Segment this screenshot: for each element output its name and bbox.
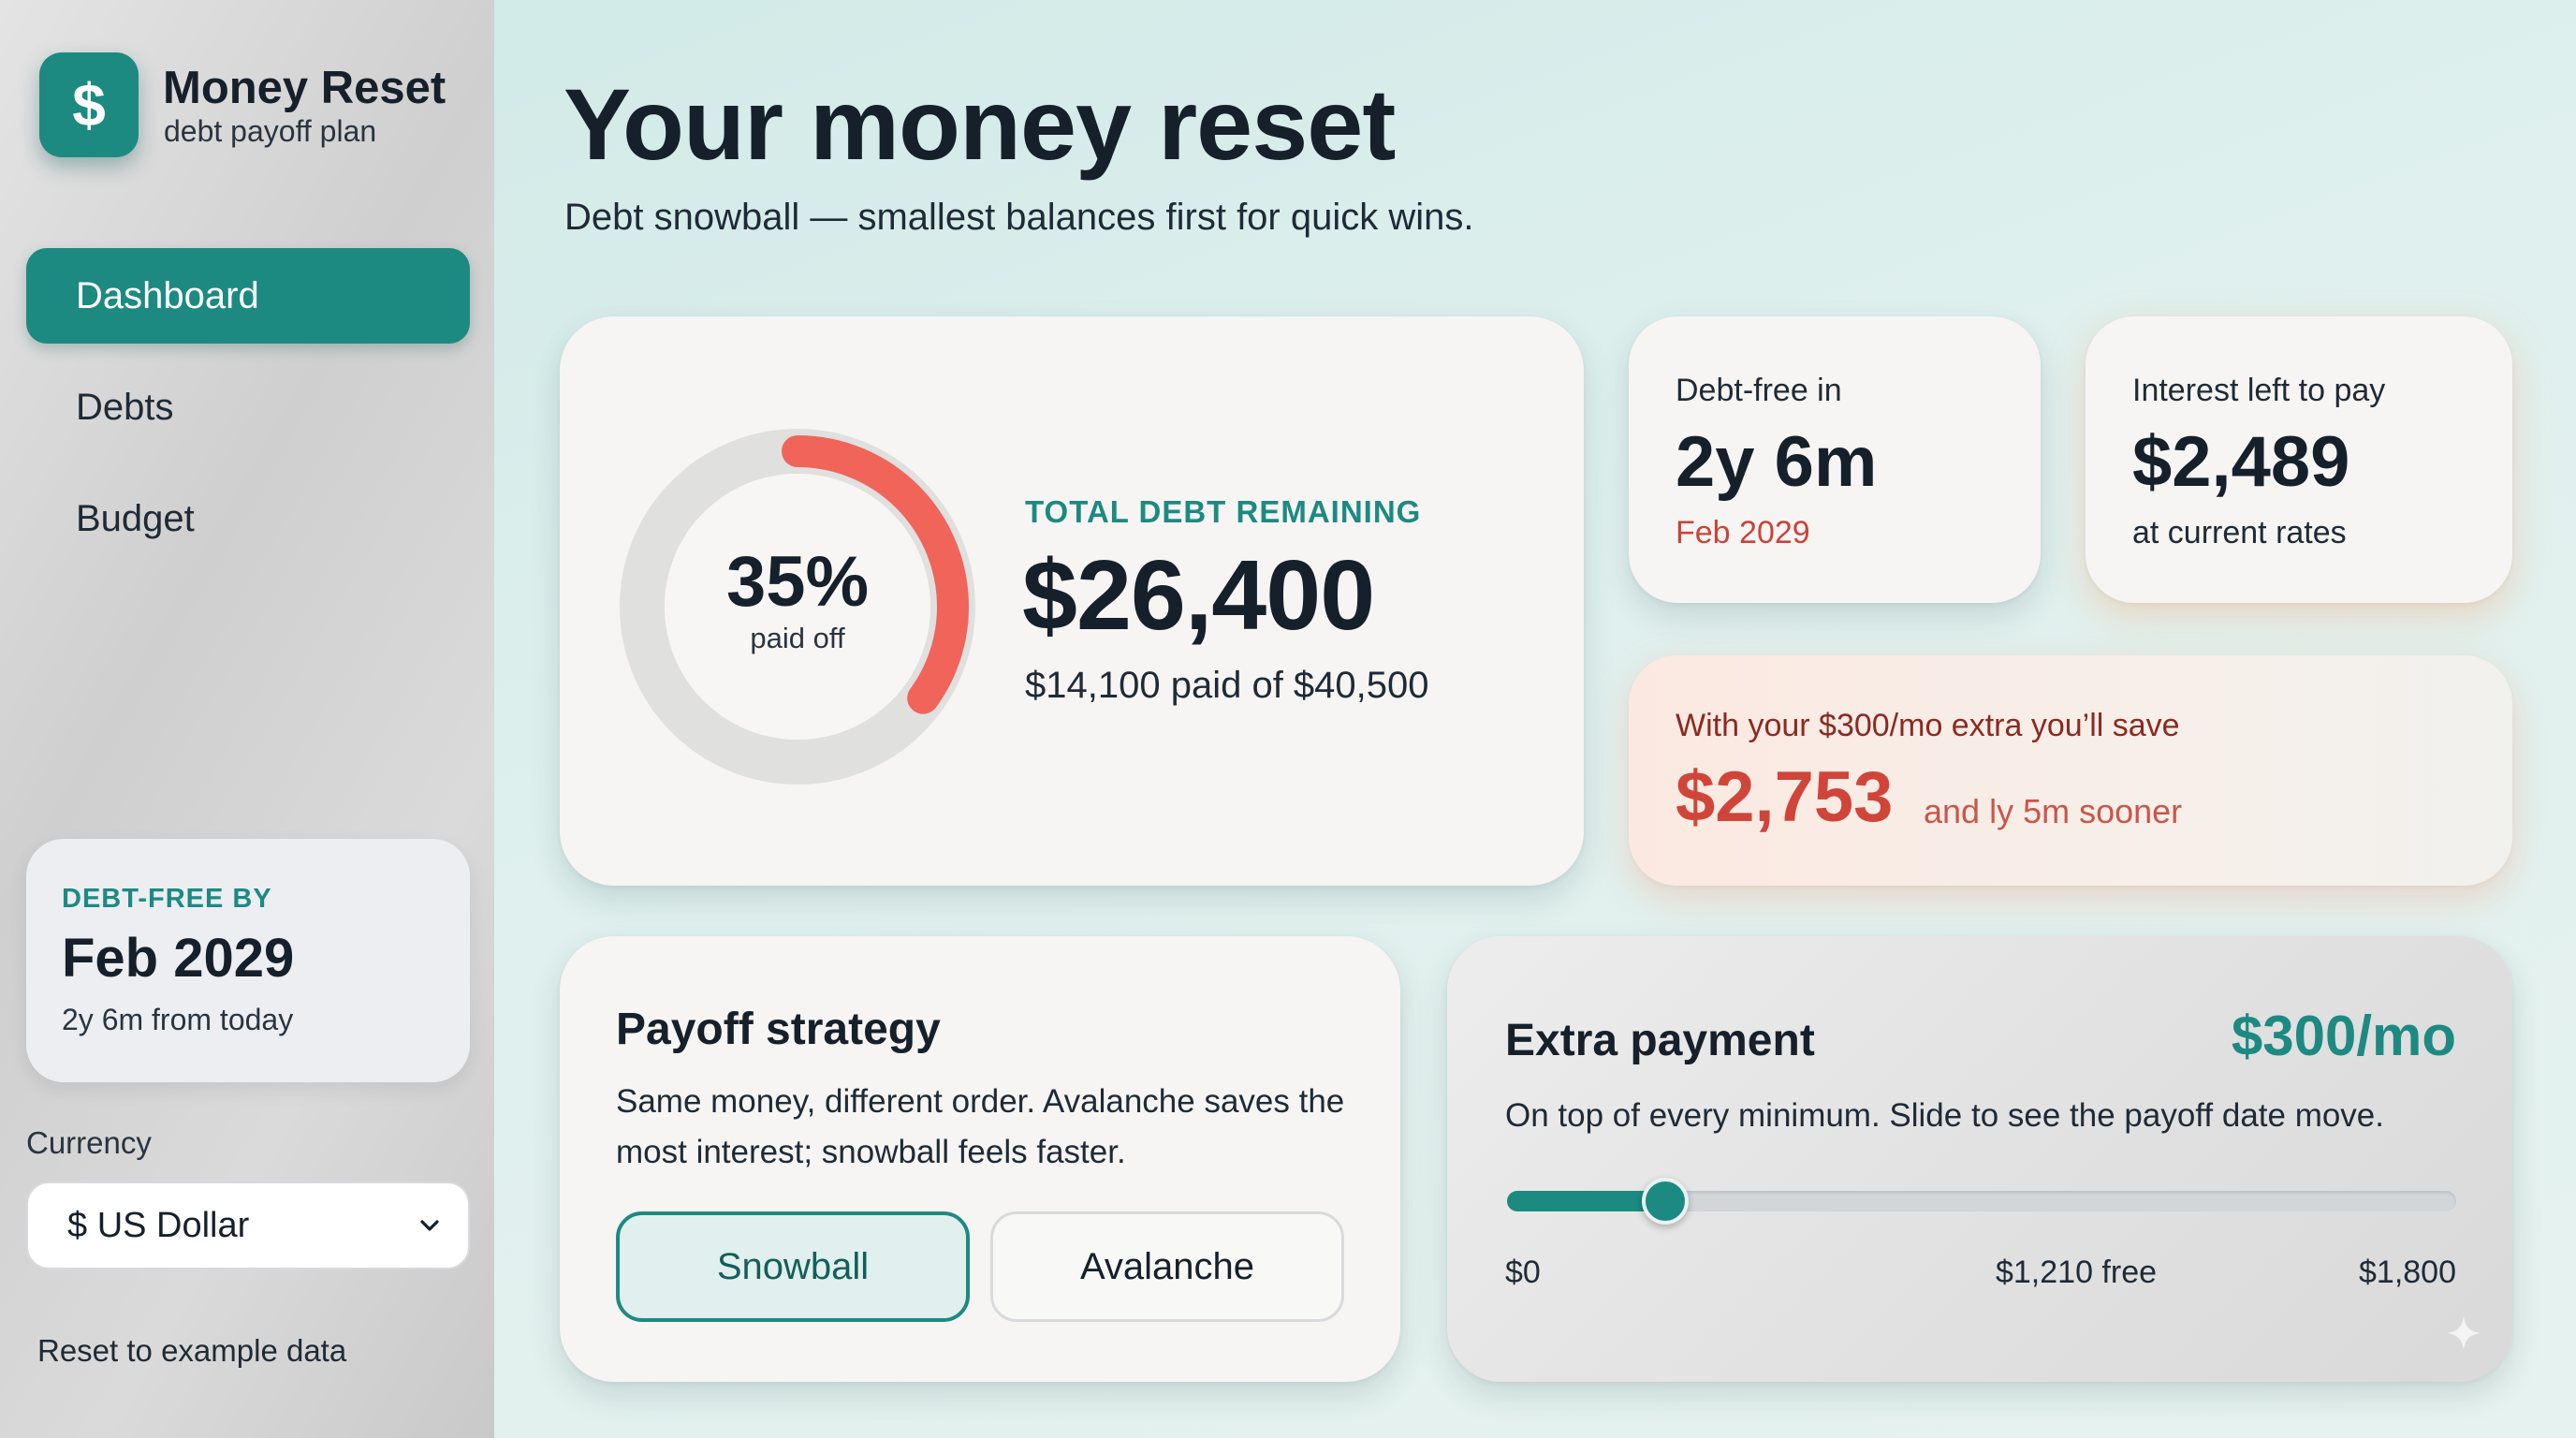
slider-min-label: $0 xyxy=(1505,1255,1541,1290)
total-debt-value: $26,400 xyxy=(1022,540,1375,651)
debt-free-in-date: Feb 2029 xyxy=(1676,515,1810,550)
debt-free-by-card: DEBT-FREE BY Feb 2029 2y 6m from today xyxy=(26,839,470,1082)
savings-card: With your $300/mo extra you’ll save $2,7… xyxy=(1629,655,2512,886)
payoff-strategy-description: Same money, different order. Avalanche s… xyxy=(616,1083,1345,1170)
debt-free-in-card: Debt-free in 2y 6m Feb 2029 xyxy=(1629,316,2041,603)
currency-select[interactable]: $ US Dollar xyxy=(26,1181,470,1269)
savings-value: $2,753 xyxy=(1676,757,1894,837)
interest-left-card: Interest left to pay $2,489 at current r… xyxy=(2086,316,2512,603)
total-debt-card: 35% paid off TOTAL DEBT REMAINING $26,40… xyxy=(560,316,1584,886)
reset-example-data-link[interactable]: Reset to example data xyxy=(37,1333,346,1369)
extra-payment-card: Extra payment $300/mo On top of every mi… xyxy=(1447,936,2512,1382)
interest-left-value: $2,489 xyxy=(2132,422,2350,502)
chevron-down-icon xyxy=(420,1220,439,1231)
page-subtitle: Debt snowball — smallest balances first … xyxy=(564,197,1474,238)
percent-paid: 35% xyxy=(725,542,870,622)
slider-thumb[interactable] xyxy=(1642,1178,1689,1225)
extra-payment-title: Extra payment xyxy=(1505,1016,1815,1065)
debt-free-by-note: 2y 6m from today xyxy=(62,1003,294,1036)
extra-payment-description: On top of every minimum. Slide to see th… xyxy=(1505,1097,2385,1134)
extra-payment-amount: $300/mo xyxy=(2231,1005,2456,1067)
currency-label: Currency xyxy=(26,1125,152,1160)
total-debt-note: $14,100 paid of $40,500 xyxy=(1025,665,1429,706)
app-subtitle: debt payoff plan xyxy=(164,114,377,148)
sparkle-icon xyxy=(2447,1316,2481,1350)
debt-free-by-date: Feb 2029 xyxy=(62,928,295,989)
avalanche-button[interactable]: Avalanche xyxy=(990,1211,1344,1322)
payoff-strategy-card: Payoff strategy Same money, different or… xyxy=(560,936,1400,1382)
savings-line: With your $300/mo extra you’ll save xyxy=(1676,708,2180,743)
dollar-sign-icon: $ xyxy=(39,52,139,157)
snowball-button[interactable]: Snowball xyxy=(616,1211,970,1322)
sidebar-item-dashboard[interactable]: Dashboard xyxy=(26,248,470,344)
percent-paid-label: paid off xyxy=(750,622,845,654)
sidebar-item-budget[interactable]: Budget xyxy=(26,471,470,566)
sidebar: $ Money Reset debt payoff plan Dashboard… xyxy=(0,0,494,1438)
page-title: Your money reset xyxy=(564,67,1396,181)
debt-free-by-label: DEBT-FREE BY xyxy=(62,884,272,914)
app-name: Money Reset xyxy=(163,63,446,113)
currency-value: $ US Dollar xyxy=(67,1205,250,1245)
slider-mid-label: $1,210 free xyxy=(1995,1255,2158,1290)
interest-left-note: at current rates xyxy=(2132,515,2347,550)
extra-payment-slider[interactable] xyxy=(1507,1178,2456,1225)
debt-free-in-label: Debt-free in xyxy=(1676,373,1842,408)
debt-free-in-value: 2y 6m xyxy=(1676,422,1878,502)
payoff-strategy-title: Payoff strategy xyxy=(616,1005,941,1054)
interest-left-label: Interest left to pay xyxy=(2132,373,2386,408)
slider-max-label: $1,800 xyxy=(2359,1255,2456,1290)
savings-sooner: and ly 5m sooner xyxy=(1924,792,2183,830)
total-debt-label: TOTAL DEBT REMAINING xyxy=(1025,494,1422,529)
sidebar-item-debts[interactable]: Debts xyxy=(26,360,470,455)
